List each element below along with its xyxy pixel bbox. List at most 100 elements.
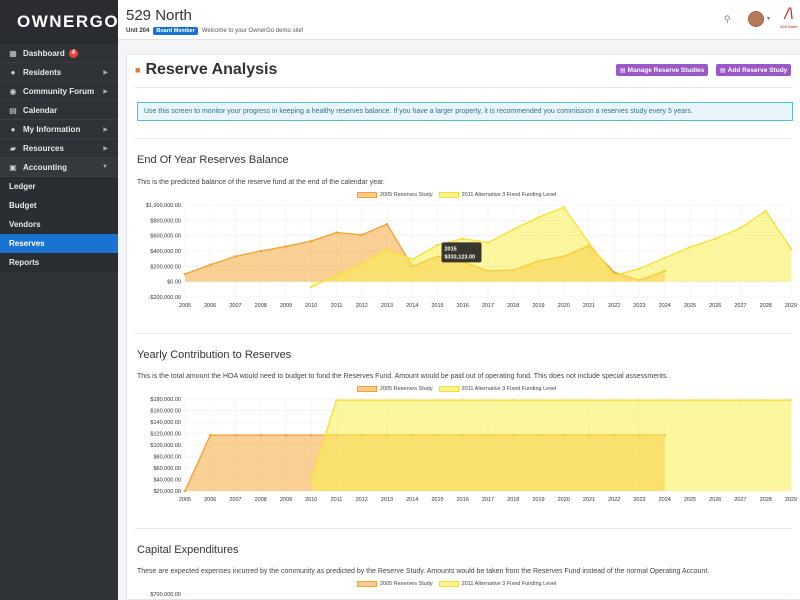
sidebar-item-dashboard[interactable]: ▦ Dashboard 4 [0, 44, 118, 63]
data-point[interactable] [638, 267, 641, 270]
data-point[interactable] [764, 209, 768, 213]
data-point[interactable] [511, 228, 515, 231]
data-point[interactable] [335, 398, 338, 402]
data-point[interactable] [234, 433, 237, 437]
legend-item-series-2[interactable]: 2011 Alternative 3 Fixed Funding Level [438, 581, 556, 587]
data-point[interactable] [360, 262, 364, 266]
data-point[interactable] [284, 245, 288, 248]
data-point[interactable] [764, 398, 768, 402]
data-point[interactable] [688, 245, 692, 249]
data-point[interactable] [309, 285, 313, 289]
data-point[interactable] [410, 398, 414, 402]
data-point[interactable] [486, 398, 490, 402]
data-point[interactable] [385, 398, 389, 402]
sidebar-subitem-budget[interactable]: Budget [0, 196, 118, 215]
org-logo-text: 529 North [780, 24, 798, 29]
data-point[interactable] [587, 398, 591, 402]
manage-reserve-studies-button[interactable]: ▤ Manage Reserve Studies [616, 64, 709, 76]
legend-item-series-2[interactable]: 2011 Alternative 3 Fixed Funding Level [438, 386, 556, 392]
chart-legend: 2005 Reserves Study 2011 Alternative 3 F… [357, 192, 556, 198]
data-point[interactable] [663, 398, 667, 402]
data-point[interactable] [461, 398, 465, 402]
x-tick-label: 2007 [229, 303, 241, 309]
data-point[interactable] [789, 398, 793, 402]
data-point[interactable] [511, 398, 515, 402]
data-point[interactable] [309, 433, 313, 437]
data-point[interactable] [537, 215, 540, 219]
data-point[interactable] [335, 274, 338, 277]
data-point[interactable] [284, 433, 288, 437]
divider [135, 528, 792, 529]
x-tick-label: 2007 [229, 497, 241, 503]
data-point[interactable] [410, 258, 414, 261]
data-point[interactable] [183, 489, 187, 493]
sidebar-item-community-forum[interactable]: ◉ Community Forum ▶ [0, 82, 118, 101]
brand[interactable]: OWNERGO [0, 0, 118, 44]
data-point[interactable] [713, 237, 717, 241]
search-icon[interactable]: ⚲ [724, 14, 731, 25]
data-point[interactable] [385, 248, 389, 251]
page-header: ■ Reserve Analysis [135, 61, 277, 79]
accounting-icon: ▣ [9, 162, 17, 172]
data-point[interactable] [612, 398, 616, 402]
data-point[interactable] [562, 206, 566, 209]
data-point[interactable] [259, 433, 263, 437]
sidebar-item-accounting[interactable]: ▣ Accounting ▼ [0, 158, 118, 177]
chart-tooltip: 2015 $333,123.00 [441, 242, 482, 263]
data-point[interactable] [436, 243, 439, 247]
data-point[interactable] [587, 242, 591, 245]
data-point[interactable] [436, 398, 439, 402]
sidebar-subitem-reports[interactable]: Reports [0, 253, 118, 272]
sidebar-item-resources[interactable]: ▰ Resources ▶ [0, 139, 118, 158]
x-tick-label: 2027 [734, 303, 746, 309]
data-point[interactable] [234, 255, 237, 258]
data-point[interactable] [663, 256, 667, 260]
sidebar-subitem-reserves[interactable]: Reserves [0, 234, 118, 253]
data-point[interactable] [309, 478, 313, 481]
data-point[interactable] [335, 231, 338, 234]
data-point[interactable] [486, 241, 490, 244]
data-point[interactable] [713, 398, 717, 402]
data-point[interactable] [309, 239, 313, 243]
data-point[interactable] [739, 226, 742, 230]
x-tick-label: 2011 [331, 497, 343, 503]
data-point[interactable] [208, 433, 212, 437]
data-point[interactable] [638, 398, 641, 402]
legend-item-series-1[interactable]: 2005 Reserves Study [357, 386, 433, 392]
legend-item-series-2[interactable]: 2011 Alternative 3 Fixed Funding Level [438, 192, 556, 198]
y-tick-label: $0.00 [167, 280, 181, 286]
legend-item-series-1[interactable]: 2005 Reserves Study [357, 581, 433, 587]
add-reserve-study-button[interactable]: ▤ Add Reserve Study [716, 64, 792, 76]
data-point[interactable] [259, 249, 263, 253]
data-point[interactable] [612, 274, 616, 277]
x-tick-label: 2009 [280, 497, 292, 503]
data-point[interactable] [208, 263, 212, 267]
legend-item-series-1[interactable]: 2005 Reserves Study [357, 192, 433, 198]
data-point[interactable] [688, 398, 692, 402]
user-avatar[interactable] [748, 11, 764, 27]
sidebar-item-my-information[interactable]: ● My Information ▶ [0, 120, 118, 139]
data-point[interactable] [789, 247, 793, 250]
series-area-2 [311, 400, 791, 491]
sidebar-item-residents[interactable]: ● Residents ▶ [0, 63, 118, 82]
data-point[interactable] [461, 237, 465, 241]
data-point[interactable] [360, 233, 364, 237]
welcome-text: Welcome to your OwnerGo demo site! [201, 28, 304, 34]
x-tick-label: 2005 [179, 497, 191, 503]
x-tick-label: 2019 [532, 303, 544, 309]
x-tick-label: 2024 [659, 303, 671, 309]
x-tick-label: 2029 [785, 303, 797, 309]
sidebar-item-calendar[interactable]: ▤ Calendar [0, 101, 118, 120]
data-point[interactable] [562, 398, 566, 402]
data-point[interactable] [385, 222, 389, 226]
manage-label: Manage Reserve Studies [627, 66, 705, 74]
data-point[interactable] [183, 272, 187, 276]
data-point[interactable] [739, 398, 742, 402]
section-desc-contribution: This is the total amount the HOA would n… [137, 373, 669, 380]
sidebar-subitem-vendors[interactable]: Vendors [0, 215, 118, 234]
data-point[interactable] [537, 398, 540, 402]
chevron-down-icon[interactable]: ▼ [766, 16, 771, 22]
sidebar-subitem-ledger[interactable]: Ledger [0, 177, 118, 196]
data-point[interactable] [360, 398, 364, 402]
section-title-capex: Capital Expenditures [137, 544, 239, 556]
